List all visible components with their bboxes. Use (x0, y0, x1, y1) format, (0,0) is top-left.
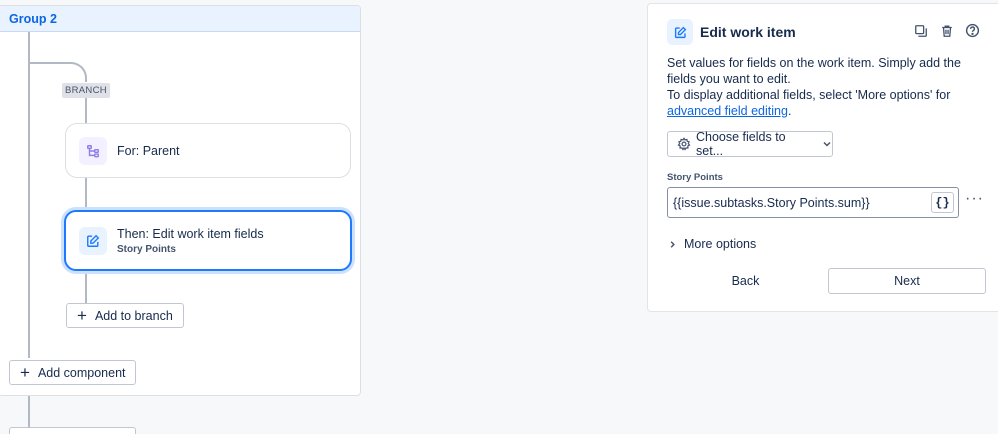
more-options-toggle[interactable]: More options (668, 237, 756, 251)
add-to-branch-label: Add to branch (94, 308, 173, 323)
edit-icon (667, 19, 693, 45)
card-title: Then: Edit work item fields (117, 226, 264, 241)
group-header[interactable]: Group 2 (0, 6, 360, 32)
edit-icon (79, 226, 107, 255)
help-icon[interactable] (964, 22, 981, 39)
next-component-stub[interactable] (9, 427, 136, 434)
duplicate-icon[interactable] (912, 22, 929, 39)
plus-icon: + (20, 363, 30, 382)
edit-work-item-panel: Edit work item Set values for fields on … (647, 3, 998, 312)
card-title: For: Parent (117, 143, 180, 158)
description-line-2: To display additional fields, select 'Mo… (667, 88, 951, 102)
branch-tag: BRANCH (62, 83, 110, 98)
description-end: . (787, 104, 792, 118)
choose-fields-label: Choose fields to set... (696, 130, 786, 158)
chevron-right-icon (668, 240, 677, 249)
card-subtitle: Story Points (117, 243, 176, 255)
branch-connector (29, 62, 87, 82)
for-parent-card[interactable]: For: Parent (65, 123, 351, 178)
chevron-down-icon (822, 139, 832, 149)
add-to-branch-button[interactable]: + Add to branch (66, 303, 184, 328)
advanced-field-editing-link[interactable]: advanced field editing (667, 104, 788, 118)
back-button[interactable]: Back (667, 268, 824, 294)
add-component-label: Add component (37, 365, 126, 380)
panel-header: Edit work item (667, 19, 796, 45)
add-component-button[interactable]: + Add component (9, 360, 136, 385)
more-options-label: More options (684, 237, 757, 251)
trash-icon[interactable] (938, 22, 955, 39)
gear-icon (677, 137, 691, 151)
branch-connector-line (85, 96, 87, 124)
plus-icon: + (77, 306, 87, 325)
more-actions-icon[interactable]: ··· (965, 190, 984, 208)
panel-title: Edit work item (700, 24, 796, 40)
panel-actions (912, 22, 981, 39)
branch-connector-line (85, 271, 87, 303)
card-text: Then: Edit work item fields Story Points (117, 227, 264, 255)
next-button[interactable]: Next (828, 268, 986, 294)
story-points-input[interactable]: {{issue.subtasks.Story Points.sum}} {} (667, 187, 959, 218)
smart-value-button[interactable]: {} (931, 192, 954, 213)
group-title: Group 2 (9, 11, 57, 26)
story-points-value: {{issue.subtasks.Story Points.sum}} (673, 195, 870, 210)
branch-icon (79, 136, 107, 165)
panel-description: Set values for fields on the work item. … (667, 55, 989, 119)
choose-fields-dropdown[interactable]: Choose fields to set... (667, 130, 833, 158)
edit-work-item-card[interactable]: Then: Edit work item fields Story Points (64, 210, 352, 271)
description-line-1: Set values for fields on the work item. … (667, 56, 961, 86)
branch-connector-line (85, 178, 87, 210)
story-points-label: Story Points (667, 172, 723, 183)
